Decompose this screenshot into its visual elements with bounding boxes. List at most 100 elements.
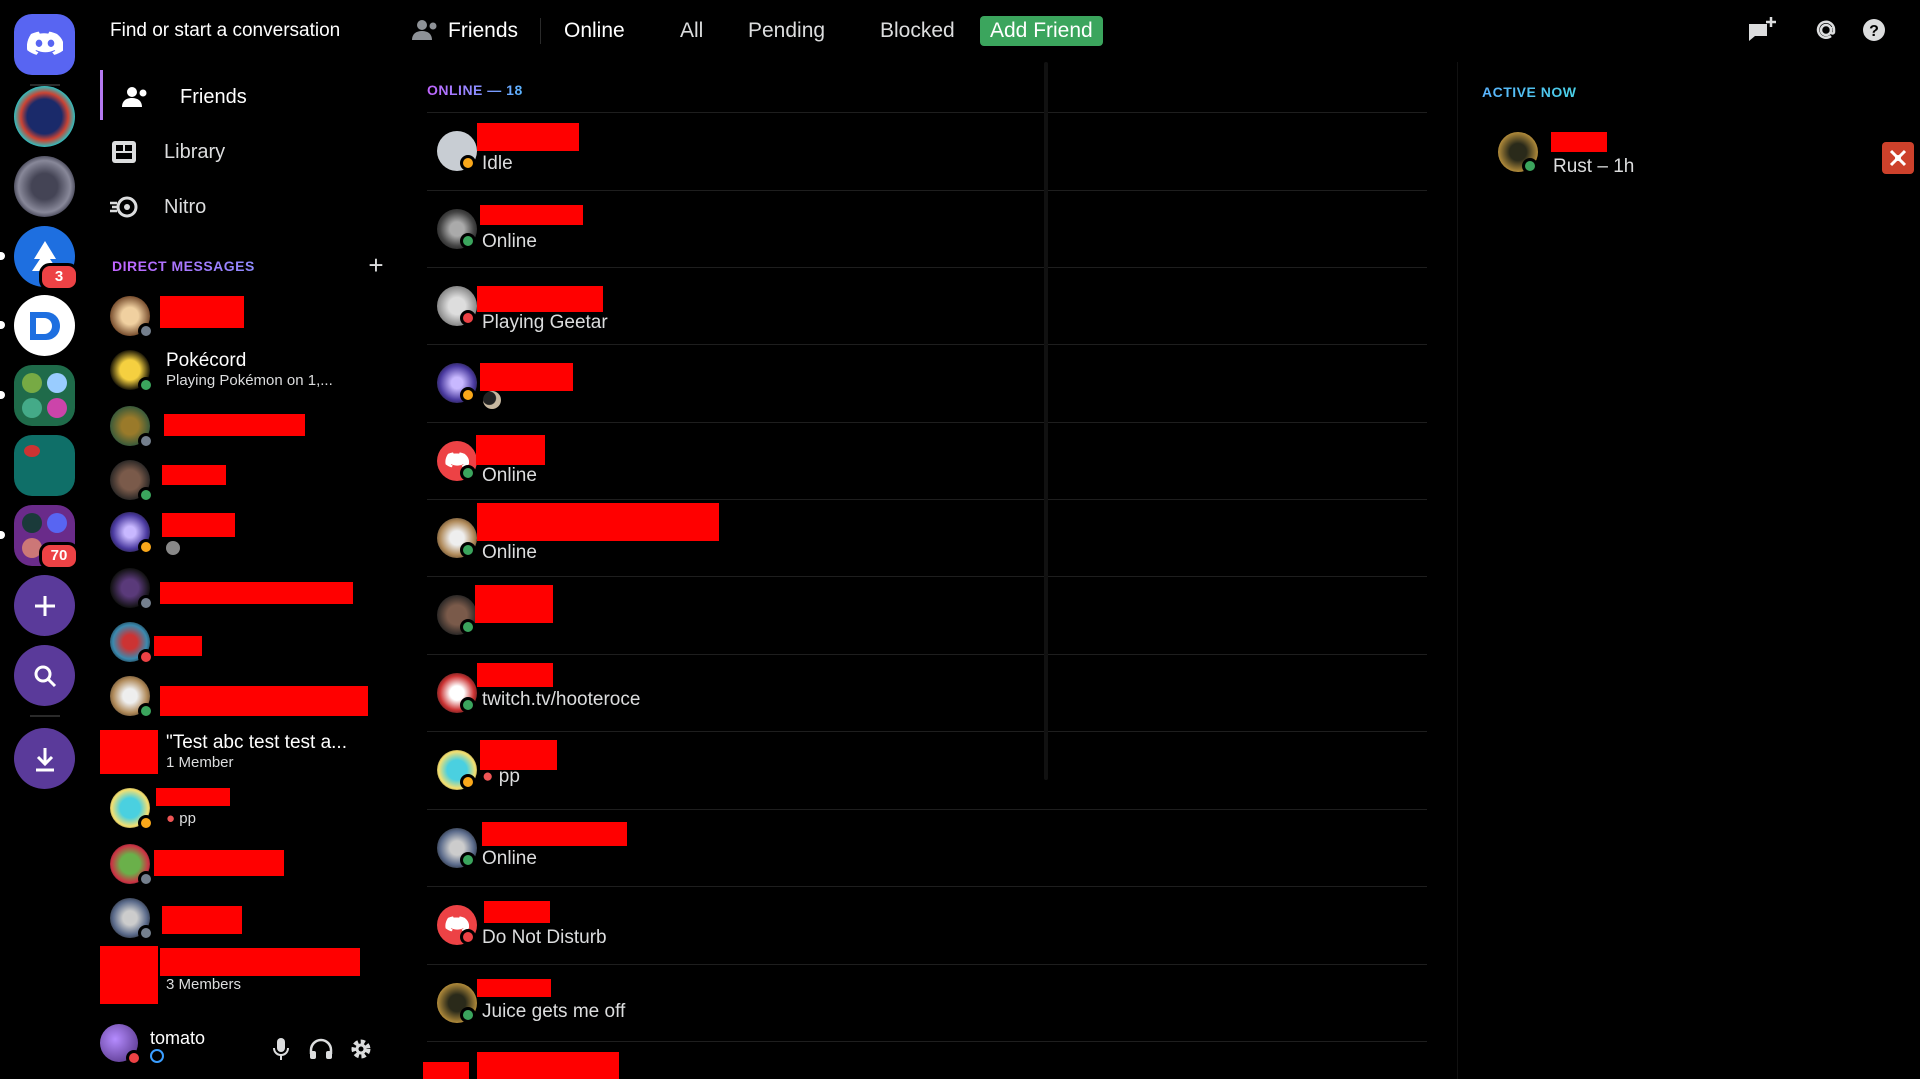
unread-indicator — [0, 252, 5, 260]
friend-row[interactable] — [427, 344, 1427, 421]
server-icon-2[interactable] — [14, 156, 75, 217]
active-now-card[interactable]: Rust – 1h — [1498, 132, 1914, 192]
dm-item[interactable] — [108, 672, 408, 724]
nav-nitro[interactable]: Nitro — [102, 182, 392, 232]
dm-item[interactable] — [108, 508, 408, 560]
status-indicator — [460, 619, 476, 635]
search-icon — [14, 645, 75, 706]
tab-pending[interactable]: Pending — [738, 16, 835, 46]
nav-library[interactable]: Library — [102, 127, 392, 177]
status-indicator — [460, 387, 476, 403]
group-dm-item[interactable]: "Test abc test test a... 1 Member — [98, 730, 398, 782]
user-status-indicator — [126, 1050, 142, 1066]
redacted-name — [162, 906, 242, 934]
friend-status: twitch.tv/hooteroce — [482, 689, 641, 710]
friend-row[interactable]: twitch.tv/hooteroce — [427, 654, 1427, 731]
group-dm-item[interactable]: 3 Members — [98, 946, 398, 1004]
tab-online[interactable]: Online — [554, 16, 635, 46]
friend-row[interactable]: Juice gets me off — [427, 964, 1427, 1041]
redacted-group-avatar — [100, 946, 158, 1004]
friends-list-scrollbar[interactable] — [1044, 62, 1048, 780]
redacted-name — [477, 503, 719, 541]
dm-item[interactable]: ● pp — [108, 784, 408, 836]
status-indicator — [138, 377, 154, 393]
home-button[interactable] — [14, 14, 75, 75]
friend-row[interactable]: Playing Geetar — [427, 267, 1427, 344]
dm-item[interactable]: Pokécord Playing Pokémon on 1,... — [108, 346, 408, 398]
dm-item[interactable] — [108, 840, 408, 892]
unread-indicator — [0, 531, 5, 539]
friend-status: Playing Geetar — [482, 312, 608, 333]
redacted-group-avatar — [100, 730, 158, 774]
custom-status-emoji — [483, 391, 501, 409]
redacted-name — [480, 363, 573, 391]
redacted-name — [477, 123, 579, 151]
server-icon-1[interactable] — [14, 86, 75, 147]
friend-row[interactable]: ● pp — [427, 731, 1427, 808]
tab-blocked[interactable]: Blocked — [870, 16, 965, 46]
dm-item[interactable] — [108, 456, 408, 508]
status-indicator — [460, 697, 476, 713]
settings-button[interactable] — [348, 1036, 374, 1062]
add-friend-button[interactable]: Add Friend — [980, 16, 1103, 46]
server-icon-5[interactable] — [14, 435, 75, 496]
server-folder-2[interactable]: 70 — [0, 505, 79, 570]
rail-separator — [30, 715, 60, 717]
friend-row[interactable] — [427, 576, 1427, 653]
dm-item[interactable] — [108, 618, 408, 670]
headphones-icon — [309, 1038, 333, 1059]
custom-status-emoji — [166, 541, 180, 555]
redacted-name — [160, 948, 360, 976]
friend-row[interactable]: Online — [427, 499, 1427, 576]
mention-icon — [1816, 20, 1836, 39]
mention-badge: 3 — [39, 263, 79, 291]
server-icon-4[interactable] — [0, 295, 75, 356]
friend-row[interactable]: Online — [427, 190, 1427, 267]
tab-all[interactable]: All — [670, 16, 713, 46]
friend-status: Online — [482, 231, 537, 252]
server-folder-1[interactable] — [0, 365, 75, 426]
username: tomato — [150, 1028, 206, 1048]
new-group-dm-button[interactable] — [1746, 14, 1778, 46]
rust-game-icon — [1882, 142, 1914, 174]
server-icon-3[interactable]: 3 — [0, 226, 79, 291]
friend-row[interactable]: Idle — [427, 112, 1427, 189]
explore-servers-button[interactable] — [14, 645, 75, 706]
create-dm-button[interactable]: + — [364, 250, 388, 281]
friend-status: Idle — [482, 153, 513, 174]
header-divider — [540, 18, 541, 44]
redacted-name — [477, 286, 603, 312]
microphone-button[interactable] — [268, 1036, 294, 1062]
redacted-name — [1551, 132, 1607, 152]
dm-sidebar: Find or start a conversation Friends Lib… — [90, 0, 410, 1079]
dm-item[interactable] — [108, 894, 408, 946]
help-button[interactable]: ? — [1858, 14, 1890, 46]
status-indicator — [460, 542, 476, 558]
dm-activity-text: pp — [179, 810, 196, 827]
nav-library-label: Library — [164, 140, 226, 163]
headphones-button[interactable] — [308, 1036, 334, 1062]
server-avatar — [14, 435, 75, 496]
help-icon: ? — [1863, 19, 1885, 41]
status-indicator — [138, 539, 154, 555]
nav-friends[interactable]: Friends — [102, 72, 392, 122]
friend-row[interactable]: Online — [427, 422, 1427, 499]
friend-row[interactable]: Do Not Disturb — [427, 886, 1427, 963]
status-indicator — [138, 323, 154, 339]
friend-row[interactable]: Online — [427, 809, 1427, 886]
dm-item[interactable] — [108, 402, 408, 454]
redacted-name — [477, 663, 553, 687]
redacted-name — [482, 822, 627, 846]
add-server-button[interactable] — [14, 575, 75, 636]
unread-indicator — [0, 321, 5, 329]
dm-item[interactable] — [108, 292, 408, 344]
dm-item[interactable] — [108, 564, 408, 616]
download-icon — [14, 728, 75, 789]
svg-text:?: ? — [1869, 23, 1879, 40]
download-apps-button[interactable] — [14, 728, 75, 789]
search-conversation-input[interactable]: Find or start a conversation — [110, 16, 390, 46]
friend-status: Do Not Disturb — [482, 927, 607, 948]
friend-row[interactable] — [423, 1041, 1427, 1079]
inbox-button[interactable] — [1810, 14, 1842, 46]
status-indicator — [138, 703, 154, 719]
